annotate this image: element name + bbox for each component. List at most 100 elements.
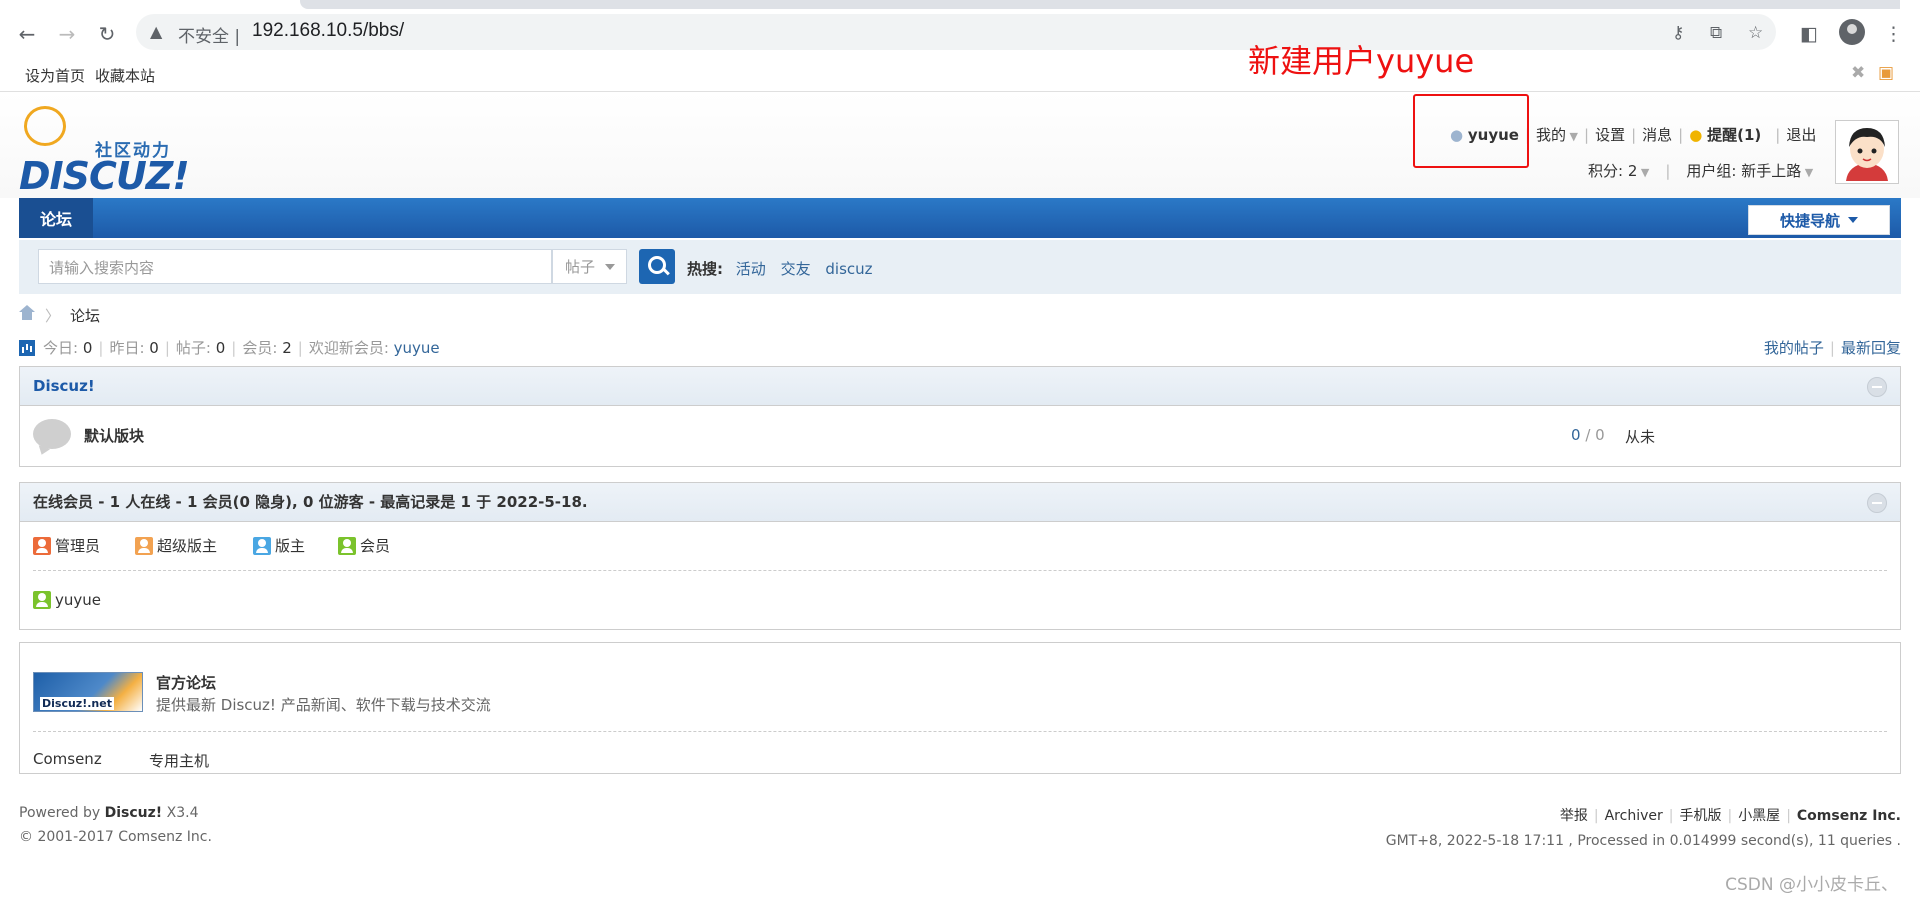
text-links: Comsenz 专用主机 [33,732,1887,786]
yesterday-label: 昨日: [109,339,145,357]
online-legend: 管理员 超级版主 版主 会员 [33,522,1887,571]
thread-count: 0 [1571,426,1581,444]
today-count: 0 [82,339,93,357]
collapse-icon[interactable] [1867,493,1887,513]
my-posts-link[interactable]: 我的帖子 [1764,339,1824,357]
main-nav: 论坛 快捷导航 [19,198,1901,238]
category-header: Discuz! [20,367,1900,406]
members-count: 2 [282,339,292,357]
sidepanel-icon[interactable]: ◧ [1800,23,1818,45]
quick-nav-label: 快捷导航 [1779,211,1840,230]
search-input[interactable] [47,250,541,285]
chevron-down-icon: ▼ [1566,130,1579,143]
menu-icon[interactable]: ⋮ [1884,23,1903,45]
hot-term-discuz[interactable]: discuz [825,260,872,278]
category-title[interactable]: Discuz! [33,377,95,395]
bookmark-favorite[interactable]: 收藏本站 [95,65,155,86]
forward-icon[interactable]: → [54,21,80,47]
official-forum-link[interactable]: 官方论坛 [156,672,216,693]
link-hosting[interactable]: 专用主机 [149,750,209,771]
online-user-list: yuyue [33,571,1887,629]
user-info-row: 积分: 2 ▼ | 用户组: 新手上路 ▼ [1588,162,1814,180]
debug-info: GMT+8, 2022-5-18 17:11 , Processed in 0.… [1385,833,1901,849]
archiver-link[interactable]: Archiver [1605,808,1663,824]
mine-menu[interactable]: 我的 [1536,126,1566,144]
mod-user-icon [253,536,271,555]
url-text[interactable]: 192.168.10.5/bbs/ [252,20,404,42]
warning-icon[interactable]: ▲ [150,22,162,41]
logout-link[interactable]: 退出 [1786,126,1816,144]
legend-admin: 管理员 [33,535,100,556]
search-type-label: 帖子 [565,258,596,276]
site-header: 社区动力 DISCUZ! [0,92,1920,198]
back-icon[interactable]: ← [14,21,40,47]
usergroup-menu[interactable]: 用户组: 新手上路 [1686,162,1801,180]
legend-member: 会员 [338,535,390,556]
lightbulb-icon [24,106,66,146]
forum-status-icon [33,419,71,449]
blacklist-link[interactable]: 小黑屋 [1738,808,1780,824]
discuz-net-logo[interactable]: Discuz!.net [33,672,143,712]
avatar[interactable] [1835,120,1899,184]
company-link[interactable]: Comsenz Inc. [1797,808,1901,824]
discuz-logo[interactable]: 社区动力 DISCUZ! [19,106,190,198]
collapse-icon[interactable] [1867,377,1887,397]
insecure-label: 不安全 | [178,27,241,47]
messages-link[interactable]: 消息 [1642,126,1672,144]
footer-right: 举报 | Archiver | 手机版 | 小黑屋 | Comsenz Inc. GMT+8, … [1385,808,1901,849]
forum-count: 0 / 0 [1571,426,1605,444]
hot-term-social[interactable]: 交友 [781,260,811,278]
reload-icon[interactable]: ↻ [94,21,120,47]
report-link[interactable]: 举报 [1560,808,1588,824]
share-icon[interactable]: ⧉ [1710,23,1722,43]
search-button[interactable] [639,249,675,284]
admin-user-icon [33,536,51,555]
forum-last-post: 从未 [1625,428,1656,446]
close-pane-icon[interactable]: ✖ [1851,63,1865,83]
chevron-down-icon: ▼ [1801,166,1814,179]
search-bar: 帖子 热搜: 活动 交友 discuz [19,240,1901,294]
today-label: 今日: [43,339,79,357]
bookmark-set-home[interactable]: 设为首页 [25,65,85,86]
key-icon[interactable]: ⚷ [1672,23,1684,43]
category-box: Discuz! 默认版块 0 / 0 从未 [19,366,1901,467]
star-icon[interactable]: ☆ [1748,23,1763,43]
settings-link[interactable]: 设置 [1595,126,1625,144]
breadcrumb-current[interactable]: 论坛 [70,307,100,325]
quick-nav-button[interactable]: 快捷导航 [1748,205,1890,235]
link-comsenz[interactable]: Comsenz [33,750,102,768]
credits-menu[interactable]: 积分: 2 [1588,162,1637,180]
newest-member-link[interactable]: yuyue [394,339,440,357]
mobile-link[interactable]: 手机版 [1679,808,1721,824]
official-forum-desc: 提供最新 Discuz! 产品新闻、软件下载与技术交流 [156,696,491,714]
extension-icon[interactable]: ▣ [1878,63,1894,83]
search-type-select[interactable]: 帖子 [552,249,627,284]
welcome-label: 欢迎新会员: [308,339,389,357]
nav-forum-tab[interactable]: 论坛 [19,198,93,238]
posts-count: 0 [215,339,226,357]
stats-links: 我的帖子 | 最新回复 [1763,339,1901,357]
online-user-link[interactable]: yuyue [55,591,101,609]
forum-name-link[interactable]: 默认版块 [84,425,144,446]
tab-strip [0,0,1920,9]
online-box: 在线会员 - 1 人在线 - 1 会员(0 隐身), 0 位游客 - 最高记录是… [19,482,1901,630]
latest-replies-link[interactable]: 最新回复 [1841,339,1901,357]
site-wordmark: DISCUZ! [19,154,190,198]
legend-label: 版主 [275,537,306,555]
reminders-link[interactable]: 提醒(1) [1707,126,1761,144]
hot-term-activity[interactable]: 活动 [736,260,766,278]
profile-icon[interactable] [1839,19,1865,45]
annotation-text: 新建用户yuyue [1248,42,1475,80]
forum-row: 默认版块 0 / 0 从未 [20,406,1900,466]
online-header: 在线会员 - 1 人在线 - 1 会员(0 隐身), 0 位游客 - 最高记录是… [20,483,1900,522]
legend-label: 超级版主 [157,537,218,555]
omnibox[interactable]: ▲ 不安全 | 192.168.10.5/bbs/ ⚷ ⧉ ☆ [136,14,1776,50]
home-icon[interactable] [19,305,35,322]
online-title[interactable]: 在线会员 - 1 人在线 - 1 会员(0 隐身), 0 位游客 - 最高记录是… [33,493,588,511]
friend-links-box: Discuz!.net 官方论坛 提供最新 Discuz! 产品新闻、软件下载与… [19,642,1901,774]
super-mod-user-icon [135,536,153,555]
legend-label: 管理员 [55,537,101,555]
featured-link: Discuz!.net 官方论坛 提供最新 Discuz! 产品新闻、软件下载与… [33,643,1887,732]
search-input-wrap [38,249,552,285]
member-user-icon [338,536,356,555]
